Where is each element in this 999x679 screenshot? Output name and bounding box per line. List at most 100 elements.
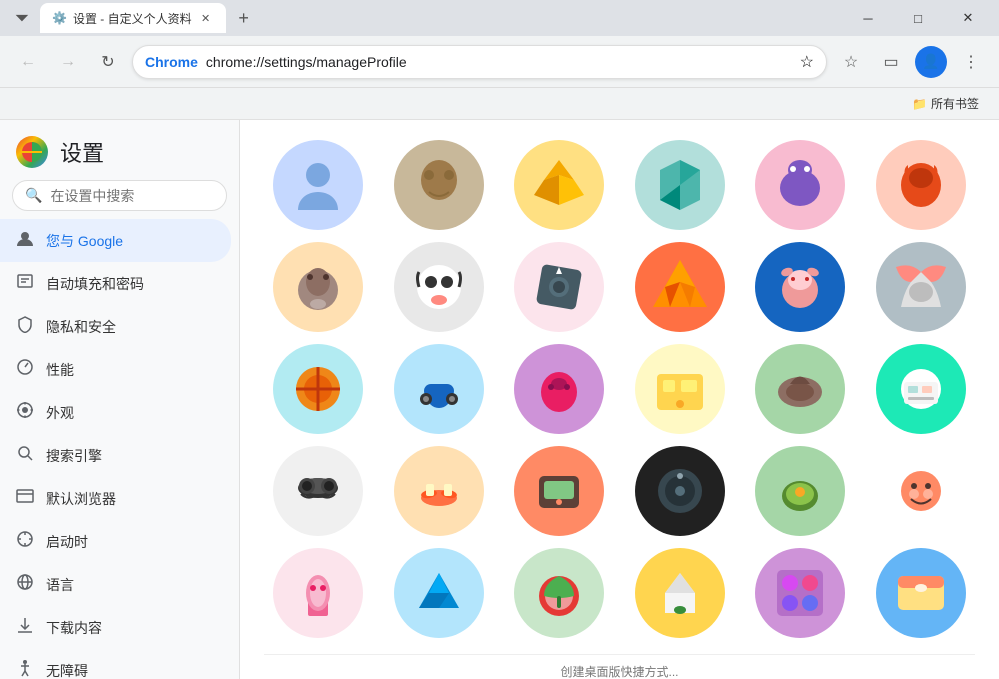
minimize-button[interactable]: ─ xyxy=(845,3,891,33)
avatar-item-7[interactable] xyxy=(394,242,484,332)
content-area: 创建桌面版快捷方式... xyxy=(240,120,999,679)
nav-label-privacy: 隐私和安全 xyxy=(46,317,116,337)
avatar-item-23[interactable] xyxy=(876,446,966,536)
previous-tabs-button[interactable]: ⏷ xyxy=(8,4,36,32)
startup-icon xyxy=(16,530,34,553)
back-button[interactable]: ← xyxy=(12,46,44,78)
sidebar-item-google[interactable]: 您与 Google xyxy=(0,219,231,262)
avatar-item-26[interactable] xyxy=(514,548,604,638)
avatar-item-3[interactable] xyxy=(635,140,725,230)
new-tab-button[interactable]: + xyxy=(230,4,258,32)
avatar-item-13[interactable] xyxy=(394,344,484,434)
bookmarks-bar: 📁 所有书签 xyxy=(0,88,999,120)
sidebar-item-language[interactable]: 语言 xyxy=(0,563,231,606)
accessibility-icon xyxy=(16,659,34,679)
avatar-item-24[interactable] xyxy=(273,548,363,638)
autofill-icon xyxy=(16,272,34,295)
maximize-button[interactable]: □ xyxy=(895,3,941,33)
sidebar-item-accessibility[interactable]: 无障碍 xyxy=(0,649,231,679)
nav-label-performance: 性能 xyxy=(46,360,74,380)
avatar-item-14[interactable] xyxy=(514,344,604,434)
avatar-item-11[interactable] xyxy=(876,242,966,332)
avatar-grid xyxy=(264,132,975,646)
settings-search-box[interactable]: 🔍 xyxy=(12,180,227,211)
profile-button[interactable]: 👤 xyxy=(915,46,947,78)
search-icon xyxy=(16,444,34,467)
avatar-item-0[interactable] xyxy=(273,140,363,230)
chrome-menu-button[interactable]: ⋮ xyxy=(955,46,987,78)
sidebar-item-browser[interactable]: 默认浏览器 xyxy=(0,477,231,520)
language-icon xyxy=(16,573,34,596)
sidebar-item-performance[interactable]: 性能 xyxy=(0,348,231,391)
folder-icon: 📁 xyxy=(912,97,927,111)
avatar-item-20[interactable] xyxy=(514,446,604,536)
avatar-item-25[interactable] xyxy=(394,548,484,638)
settings-title: 设置 xyxy=(60,136,104,168)
nav-label-language: 语言 xyxy=(46,575,74,595)
nav-label-google: 您与 Google xyxy=(46,231,123,251)
nav-label-appearance: 外观 xyxy=(46,403,74,423)
sidebar-item-privacy[interactable]: 隐私和安全 xyxy=(0,305,231,348)
close-button[interactable]: ✕ xyxy=(945,3,991,33)
avatar-item-22[interactable] xyxy=(755,446,845,536)
tab-close-button[interactable]: ✕ xyxy=(198,10,214,26)
avatar-item-18[interactable] xyxy=(273,446,363,536)
sidebar-item-appearance[interactable]: 外观 xyxy=(0,391,231,434)
sidebar-item-startup[interactable]: 启动时 xyxy=(0,520,231,563)
avatar-item-5[interactable] xyxy=(876,140,966,230)
titlebar-left: ⏷ ⚙️ 设置 - 自定义个人资料 ✕ + xyxy=(8,3,258,33)
omnibar: ← → ↻ Chrome chrome://settings/managePro… xyxy=(0,36,999,88)
browser-icon xyxy=(16,487,34,510)
active-tab[interactable]: ⚙️ 设置 - 自定义个人资料 ✕ xyxy=(40,3,226,33)
all-bookmarks-item[interactable]: 📁 所有书签 xyxy=(904,93,987,114)
avatar-item-2[interactable] xyxy=(514,140,604,230)
tab-title: 设置 - 自定义个人资料 xyxy=(73,10,192,27)
nav-label-autofill: 自动填充和密码 xyxy=(46,274,144,294)
avatar-item-6[interactable] xyxy=(273,242,363,332)
refresh-button[interactable]: ↻ xyxy=(92,46,124,78)
search-icon: 🔍 xyxy=(25,187,42,204)
performance-icon xyxy=(16,358,34,381)
nav-label-browser: 默认浏览器 xyxy=(46,489,116,509)
google-icon xyxy=(16,229,34,252)
avatar-item-27[interactable] xyxy=(635,548,725,638)
avatar-item-12[interactable] xyxy=(273,344,363,434)
nav-label-accessibility: 无障碍 xyxy=(46,661,88,679)
avatar-item-21[interactable] xyxy=(635,446,725,536)
avatar-item-29[interactable] xyxy=(876,548,966,638)
star-icon[interactable]: ☆ xyxy=(800,52,814,72)
sidebar-item-search[interactable]: 搜索引擎 xyxy=(0,434,231,477)
titlebar: ⏷ ⚙️ 设置 - 自定义个人资料 ✕ + ─ □ ✕ xyxy=(0,0,999,36)
nav-label-startup: 启动时 xyxy=(46,532,88,552)
side-panel-button[interactable]: ▭ xyxy=(875,46,907,78)
avatar-item-8[interactable] xyxy=(514,242,604,332)
bookmark-button[interactable]: ☆ xyxy=(835,46,867,78)
avatar-item-28[interactable] xyxy=(755,548,845,638)
forward-button[interactable]: → xyxy=(52,46,84,78)
tab-favicon: ⚙️ xyxy=(52,11,67,25)
footer-text: 创建桌面版快捷方式... xyxy=(264,654,975,679)
avatar-item-19[interactable] xyxy=(394,446,484,536)
downloads-icon xyxy=(16,616,34,639)
avatar-item-17[interactable] xyxy=(876,344,966,434)
address-bar[interactable]: Chrome chrome://settings/manageProfile ☆ xyxy=(132,45,827,79)
avatar-item-15[interactable] xyxy=(635,344,725,434)
sidebar-item-downloads[interactable]: 下载内容 xyxy=(0,606,231,649)
main-layout: 设置 🔍 您与 Google 自动填充和密码 隐私和安全 性能 外观 搜索引擎 … xyxy=(0,120,999,679)
avatar-item-16[interactable] xyxy=(755,344,845,434)
avatar-item-1[interactable] xyxy=(394,140,484,230)
content-inner: 创建桌面版快捷方式... xyxy=(240,120,999,679)
avatar-item-10[interactable] xyxy=(755,242,845,332)
settings-header: 设置 xyxy=(0,120,239,176)
avatar-item-4[interactable] xyxy=(755,140,845,230)
sidebar: 设置 🔍 您与 Google 自动填充和密码 隐私和安全 性能 外观 搜索引擎 … xyxy=(0,120,240,679)
sidebar-item-autofill[interactable]: 自动填充和密码 xyxy=(0,262,231,305)
address-text: chrome://settings/manageProfile xyxy=(206,54,792,70)
settings-search-input[interactable] xyxy=(50,188,231,204)
nav-items-container: 您与 Google 自动填充和密码 隐私和安全 性能 外观 搜索引擎 默认浏览器… xyxy=(0,219,239,679)
avatar-item-9[interactable] xyxy=(635,242,725,332)
all-bookmarks-label: 所有书签 xyxy=(931,95,979,112)
site-info-icon: Chrome xyxy=(145,54,198,70)
nav-label-search: 搜索引擎 xyxy=(46,446,102,466)
privacy-icon xyxy=(16,315,34,338)
